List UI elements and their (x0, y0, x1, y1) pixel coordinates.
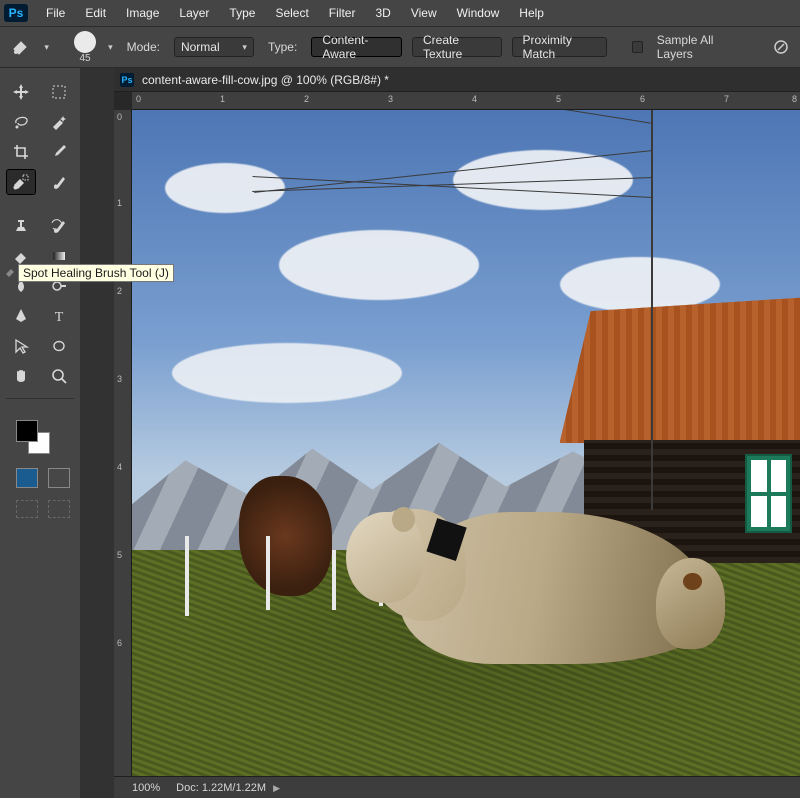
type-content-aware-button[interactable]: Content-Aware (311, 37, 402, 57)
type-label: Type: (264, 40, 301, 54)
ruler-v-label: 6 (117, 638, 122, 648)
ruler-v-label: 1 (117, 198, 122, 208)
zoom-level[interactable]: 100% (132, 782, 160, 794)
document-tab[interactable]: Ps content-aware-fill-cow.jpg @ 100% (RG… (114, 68, 800, 92)
tool-indicator-caret-icon[interactable]: ▾ (44, 42, 49, 53)
brush-size-label: 45 (80, 53, 91, 64)
menu-edit[interactable]: Edit (75, 2, 116, 24)
crop-tool[interactable] (7, 140, 35, 164)
ruler-v-label: 3 (117, 374, 122, 384)
type-proximity-match-button[interactable]: Proximity Match (512, 37, 607, 57)
panel-gap (80, 68, 114, 798)
image-cloud (279, 230, 479, 300)
canvas-viewport[interactable] (132, 110, 800, 776)
tool-tooltip: Spot Healing Brush Tool (J) (18, 264, 174, 282)
ruler-h-label: 4 (472, 94, 477, 104)
image-cloud (172, 343, 402, 403)
quick-mask-mode-button[interactable] (48, 468, 70, 488)
ruler-h-label: 3 (388, 94, 393, 104)
ruler-horizontal[interactable]: 0 1 2 3 4 5 6 7 8 (132, 92, 800, 110)
ruler-h-label: 6 (640, 94, 645, 104)
hand-tool[interactable] (7, 364, 35, 388)
image-tree (239, 476, 333, 596)
image-fence-post (185, 536, 189, 616)
options-bar: ▾ 45 ▾ Mode: Normal ▾ Type: Content-Awar… (0, 26, 800, 68)
image-house-roof (560, 296, 800, 443)
standard-mode-button[interactable] (16, 468, 38, 488)
status-caret-icon[interactable]: ▶ (273, 783, 280, 793)
menu-window[interactable]: Window (447, 2, 510, 24)
menu-select[interactable]: Select (265, 2, 318, 24)
sample-all-layers-label: Sample All Layers (653, 33, 744, 61)
menu-image[interactable]: Image (116, 2, 169, 24)
app-logo: Ps (4, 4, 28, 22)
mode-label: Mode: (123, 40, 164, 54)
ruler-h-label: 8 (792, 94, 797, 104)
brush-preview-dot-icon (74, 31, 96, 53)
path-selection-tool[interactable] (7, 334, 35, 358)
lasso-tool[interactable] (7, 110, 35, 134)
pen-tool[interactable] (7, 304, 35, 328)
status-bar: 100% Doc: 1.22M/1.22M ▶ (114, 776, 800, 798)
tools-panel: T Spot Healing Brush Tool (J) (0, 68, 80, 798)
image-antenna-pole (651, 110, 653, 510)
menu-filter[interactable]: Filter (319, 2, 366, 24)
clone-stamp-tool[interactable] (7, 214, 35, 238)
menu-file[interactable]: File (36, 2, 75, 24)
spot-healing-brush-tool[interactable] (7, 170, 35, 194)
type-tool[interactable]: T (45, 304, 73, 328)
image-cow (346, 456, 733, 709)
document-title: content-aware-fill-cow.jpg @ 100% (RGB/8… (142, 73, 389, 87)
document-type-icon: Ps (120, 73, 134, 87)
ruler-h-label: 2 (304, 94, 309, 104)
menu-type[interactable]: Type (219, 2, 265, 24)
image-house-window (747, 456, 790, 531)
ruler-h-label: 5 (556, 94, 561, 104)
pressure-size-icon[interactable] (772, 37, 790, 57)
ruler-h-label: 7 (724, 94, 729, 104)
ruler-h-label: 1 (220, 94, 225, 104)
ruler-v-label: 2 (117, 286, 122, 296)
brush-caret-icon[interactable]: ▾ (108, 42, 113, 53)
menu-layer[interactable]: Layer (169, 2, 219, 24)
image-fence-post (266, 536, 270, 610)
image-fence-post (332, 550, 336, 610)
mode-select-value: Normal (181, 40, 220, 54)
image-canvas[interactable] (132, 110, 800, 776)
foreground-color-swatch[interactable] (16, 420, 38, 442)
quick-selection-tool[interactable] (45, 110, 73, 134)
menu-help[interactable]: Help (509, 2, 554, 24)
zoom-tool[interactable] (45, 364, 73, 388)
type-create-texture-button[interactable]: Create Texture (412, 37, 502, 57)
color-swatches[interactable] (16, 420, 50, 454)
ruler-v-label: 0 (117, 112, 122, 122)
ruler-v-label: 4 (117, 462, 122, 472)
brush-tool[interactable] (45, 170, 73, 194)
ruler-v-label: 5 (117, 550, 122, 560)
menu-3d[interactable]: 3D (365, 2, 400, 24)
doc-size-info[interactable]: Doc: 1.22M/1.22M ▶ (176, 782, 280, 794)
tooltip-tool-icon (4, 264, 18, 278)
sample-all-layers-checkbox[interactable] (632, 41, 643, 53)
document-area: Ps content-aware-fill-cow.jpg @ 100% (RG… (114, 68, 800, 798)
menu-view[interactable]: View (401, 2, 447, 24)
custom-shape-tool[interactable] (45, 334, 73, 358)
screen-mode-button[interactable] (16, 500, 38, 518)
ruler-h-label: 0 (136, 94, 141, 104)
rectangular-marquee-tool[interactable] (45, 80, 73, 104)
mode-select[interactable]: Normal ▾ (174, 37, 254, 57)
eyedropper-tool[interactable] (45, 140, 73, 164)
workspace: T Spot Healing Brush Tool (J) Ps (0, 68, 800, 798)
image-cow-hind (656, 558, 726, 649)
menu-bar: Ps File Edit Image Layer Type Select Fil… (0, 0, 800, 26)
mode-caret-icon: ▾ (242, 42, 247, 53)
current-tool-indicator[interactable] (10, 34, 32, 60)
doc-size-text: Doc: 1.22M/1.22M (176, 782, 266, 794)
brush-preset-picker[interactable]: 45 (74, 31, 96, 64)
screen-mode-button-2[interactable] (48, 500, 70, 518)
svg-text:T: T (55, 310, 64, 325)
move-tool[interactable] (7, 80, 35, 104)
ruler-vertical[interactable]: 0 1 2 3 4 5 6 (114, 110, 132, 776)
history-brush-tool[interactable] (45, 214, 73, 238)
